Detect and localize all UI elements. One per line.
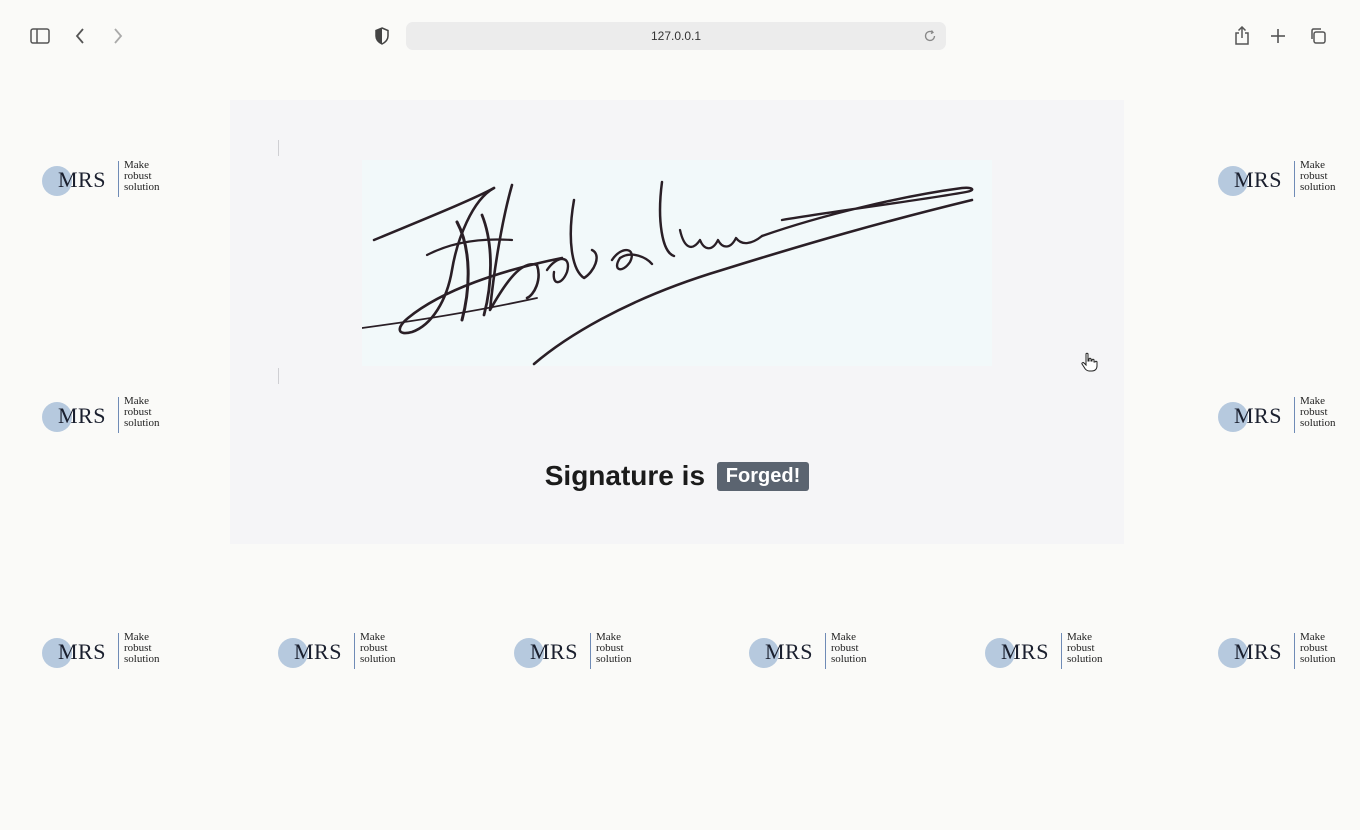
logo-tagline: Make robust solution: [1067, 632, 1102, 665]
plus-icon[interactable]: [1266, 24, 1290, 48]
logo-watermark: MRS Make robust solution: [1218, 394, 1358, 438]
status-badge: Forged!: [716, 462, 810, 491]
logo-tagline: Make robust solution: [124, 160, 159, 193]
logo-divider: [118, 397, 119, 433]
logo-tag-line: solution: [124, 653, 160, 665]
logo-watermark: MRS Make robust solution: [1218, 630, 1358, 674]
divider-mark: [278, 140, 279, 156]
result-prefix: Signature is: [544, 460, 706, 491]
sidebar-icon[interactable]: [28, 24, 52, 48]
address-text: 127.0.0.1: [650, 29, 702, 43]
logo-tag-line: solution: [596, 653, 632, 665]
logo-tag-line: solution: [124, 181, 160, 193]
divider-mark: [278, 368, 279, 384]
logo-tagline: Make robust solution: [124, 632, 159, 665]
logo-tagline: Make robust solution: [596, 632, 631, 665]
logo-tagline: Make robust solution: [1300, 160, 1335, 193]
logo-text: MRS: [58, 403, 106, 428]
logo-tag-line: solution: [1300, 653, 1336, 665]
logo-divider: [1061, 633, 1062, 669]
logo-divider: [1294, 633, 1295, 669]
signature-image: [361, 160, 992, 366]
logo-watermark: MRS Make robust solution: [42, 630, 182, 674]
logo-text: MRS: [765, 639, 813, 664]
page-content: MRS Make robust solution MRS Make robust…: [0, 72, 1360, 830]
logo-divider: [1294, 161, 1295, 197]
logo-watermark: MRS Make robust solution: [1218, 158, 1358, 202]
logo-text: MRS: [1001, 639, 1049, 664]
logo-tag-line: solution: [360, 653, 396, 665]
logo-text: MRS: [1234, 639, 1282, 664]
logo-divider: [825, 633, 826, 669]
logo-divider: [118, 161, 119, 197]
logo-tag-line: solution: [831, 653, 867, 665]
reload-icon[interactable]: [922, 28, 938, 44]
logo-text: MRS: [58, 167, 106, 192]
logo-text: MRS: [1234, 167, 1282, 192]
logo-watermark: MRS Make robust solution: [749, 630, 889, 674]
logo-tag-line: solution: [1300, 181, 1336, 193]
logo-divider: [354, 633, 355, 669]
tabs-icon[interactable]: [1306, 24, 1330, 48]
verification-result: Signature is Forged!: [230, 460, 1124, 492]
logo-watermark: MRS Make robust solution: [985, 630, 1125, 674]
logo-tagline: Make robust solution: [1300, 632, 1335, 665]
result-panel: Signature is Forged!: [230, 100, 1124, 544]
logo-watermark: MRS Make robust solution: [278, 630, 418, 674]
logo-tagline: Make robust solution: [831, 632, 866, 665]
browser-toolbar: 127.0.0.1: [0, 0, 1360, 72]
logo-tagline: Make robust solution: [124, 396, 159, 429]
share-icon[interactable]: [1230, 24, 1254, 48]
logo-tag-line: solution: [1067, 653, 1103, 665]
logo-tag-line: solution: [1300, 417, 1336, 429]
logo-watermark: MRS Make robust solution: [42, 394, 182, 438]
logo-text: MRS: [1234, 403, 1282, 428]
logo-watermark: MRS Make robust solution: [514, 630, 654, 674]
address-bar[interactable]: 127.0.0.1: [406, 22, 946, 50]
logo-divider: [118, 633, 119, 669]
logo-text: MRS: [58, 639, 106, 664]
logo-text: MRS: [294, 639, 342, 664]
shield-icon[interactable]: [370, 24, 394, 48]
logo-divider: [1294, 397, 1295, 433]
logo-tagline: Make robust solution: [360, 632, 395, 665]
logo-tagline: Make robust solution: [1300, 396, 1335, 429]
logo-tag-line: solution: [124, 417, 160, 429]
logo-text: MRS: [530, 639, 578, 664]
signature-drawing: [361, 180, 974, 366]
hand-cursor-icon: [1080, 352, 1098, 372]
logo-watermark: MRS Make robust solution: [42, 158, 182, 202]
back-icon[interactable]: [68, 24, 92, 48]
logo-divider: [590, 633, 591, 669]
forward-icon[interactable]: [106, 24, 130, 48]
